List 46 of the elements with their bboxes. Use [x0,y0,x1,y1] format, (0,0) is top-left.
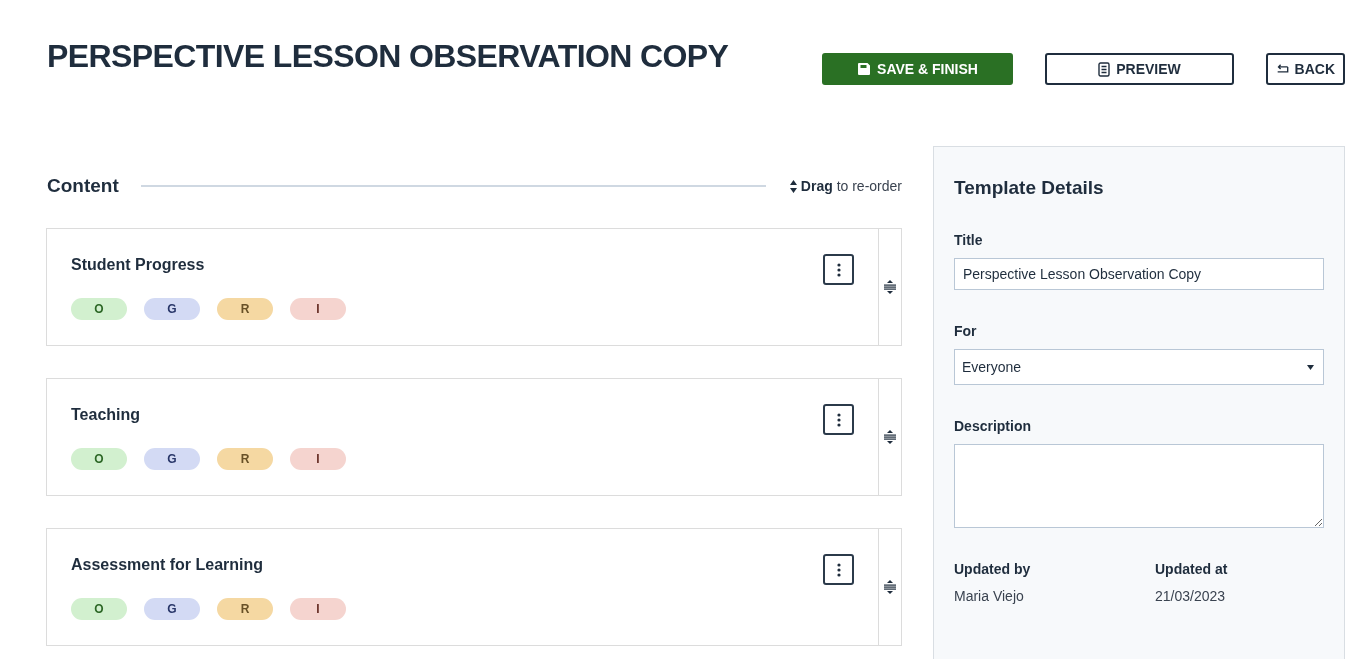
rating-tag: I [290,598,346,620]
rating-tag: I [290,448,346,470]
reorder-hint: Drag to re-order [800,178,902,194]
meta-value: 21/03/2023 [1155,587,1227,606]
rating-tag: G [144,448,200,470]
back-button[interactable]: BACK [1266,53,1345,85]
rating-tag: I [290,298,346,320]
section-title: Teaching [71,405,142,425]
rating-tag: O [71,598,127,620]
meta-value: Maria Viejo [954,587,1025,606]
more-icon [836,262,841,277]
rating-tag: O [71,448,127,470]
rating-tag: R [217,298,273,320]
save-icon [857,62,872,76]
more-icon [836,562,841,577]
meta-label: Updated by [954,560,1032,579]
title-input[interactable]: Perspective Lesson Observation Copy [954,258,1324,290]
return-arrow-icon [1276,63,1289,75]
description-textarea[interactable] [954,444,1324,528]
more-button[interactable] [823,554,854,585]
drag-handle-icon [884,430,896,444]
field-label: For [954,322,978,341]
select-field[interactable]: Everyone [954,349,1324,385]
caret-icon [1307,364,1314,370]
field-label: Description [954,417,1032,436]
panel-heading: Template Details [954,176,1105,200]
section-title: Student Progress [71,255,206,275]
save-button[interactable]: SAVE & FINISH [822,53,1013,85]
drag-handle-icon [884,580,896,594]
preview-button[interactable]: PREVIEW [1045,53,1234,85]
more-icon [836,412,841,427]
section-title: Assessment for Learning [71,555,265,575]
more-button[interactable] [823,404,854,435]
page-title: PERSPECTIVE LESSON OBSERVATION COPY [47,37,729,76]
field-label: Title [954,231,984,250]
document-icon [1098,61,1111,77]
meta-label: Updated at [1155,560,1229,579]
more-button[interactable] [823,254,854,285]
content-heading: Content [47,174,119,198]
rating-tag: O [71,298,127,320]
rating-tag: R [217,448,273,470]
rating-tag: R [217,598,273,620]
sort-icon [789,179,797,193]
rating-tag: G [144,598,200,620]
drag-handle-icon [884,280,896,294]
rating-tag: G [144,298,200,320]
